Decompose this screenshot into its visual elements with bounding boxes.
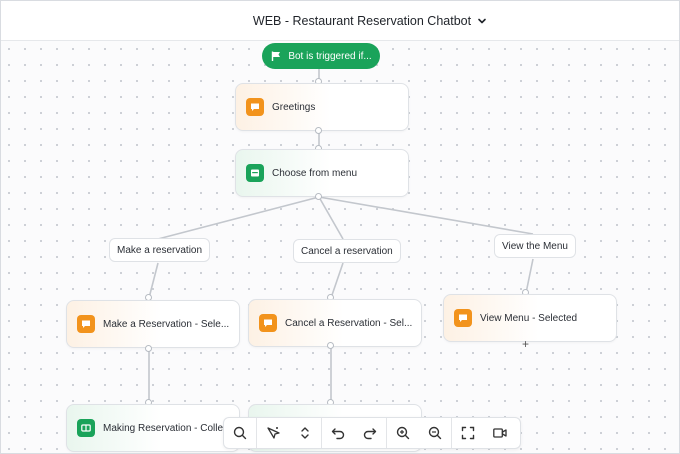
- undo-icon: [331, 428, 345, 440]
- app-window: WEB - Restaurant Reservation Chatbot Bot…: [0, 0, 680, 454]
- zoom-out-button[interactable]: [419, 418, 451, 448]
- edge-menu-cancel: [318, 196, 344, 240]
- make-reservation-step-label: Make a Reservation - Sele...: [103, 318, 230, 330]
- port[interactable]: [145, 345, 152, 352]
- search-icon: [233, 426, 247, 440]
- video-icon: [493, 428, 507, 438]
- edge-make-step: [148, 262, 159, 299]
- magic-select-button[interactable]: [257, 418, 289, 448]
- fullscreen-icon: [461, 426, 475, 440]
- edge-cancel-step: [330, 262, 344, 299]
- expand-vertical-button[interactable]: [289, 418, 321, 448]
- port[interactable]: [315, 127, 322, 134]
- edge-menu-view: [318, 196, 534, 235]
- message-icon: [454, 309, 472, 327]
- magic-select-icon: [267, 427, 280, 439]
- redo-button[interactable]: [354, 418, 386, 448]
- branch-make-reservation[interactable]: Make a reservation: [109, 238, 211, 262]
- add-step-button[interactable]: +: [522, 338, 529, 350]
- port[interactable]: [327, 342, 334, 349]
- collect-input-icon: [77, 419, 95, 437]
- message-icon: [259, 314, 277, 332]
- choose-menu-label: Choose from menu: [272, 167, 358, 179]
- message-icon: [246, 98, 264, 116]
- edge-view-step: [525, 258, 534, 294]
- cancel-reservation-step-label: Cancel a Reservation - Sel...: [285, 317, 413, 329]
- trigger-label: Bot is triggered if...: [288, 50, 372, 62]
- canvas-toolbar: [223, 417, 521, 449]
- zoom-in-icon: [396, 426, 410, 440]
- undo-button[interactable]: [322, 418, 354, 448]
- redo-icon: [363, 428, 377, 440]
- fullscreen-button[interactable]: [452, 418, 484, 448]
- making-reservation-collect-label: Making Reservation - Colle...: [103, 422, 232, 434]
- trigger-node[interactable]: Bot is triggered if...: [262, 43, 380, 69]
- zoom-out-icon: [428, 426, 442, 440]
- greetings-node[interactable]: Greetings: [235, 83, 409, 131]
- making-reservation-collect-node[interactable]: Making Reservation - Colle...: [66, 404, 240, 452]
- port[interactable]: [315, 193, 322, 200]
- greetings-label: Greetings: [272, 101, 316, 113]
- branch-view-menu[interactable]: View the Menu: [494, 234, 576, 258]
- view-menu-step-label: View Menu - Selected: [480, 312, 578, 324]
- search-button[interactable]: [224, 418, 256, 448]
- message-icon: [77, 315, 95, 333]
- view-menu-step-node[interactable]: View Menu - Selected: [443, 294, 617, 342]
- expand-vertical-icon: [301, 427, 309, 439]
- cancel-reservation-step-node[interactable]: Cancel a Reservation - Sel...: [248, 299, 422, 347]
- branch-cancel-reservation[interactable]: Cancel a reservation: [293, 239, 401, 263]
- video-button[interactable]: [484, 418, 516, 448]
- menu-icon: [246, 164, 264, 182]
- zoom-in-button[interactable]: [387, 418, 419, 448]
- make-reservation-step-node[interactable]: Make a Reservation - Sele...: [66, 300, 240, 348]
- choose-menu-node[interactable]: Choose from menu: [235, 149, 409, 197]
- flag-icon: [272, 51, 281, 61]
- edge-menu-make: [157, 196, 320, 240]
